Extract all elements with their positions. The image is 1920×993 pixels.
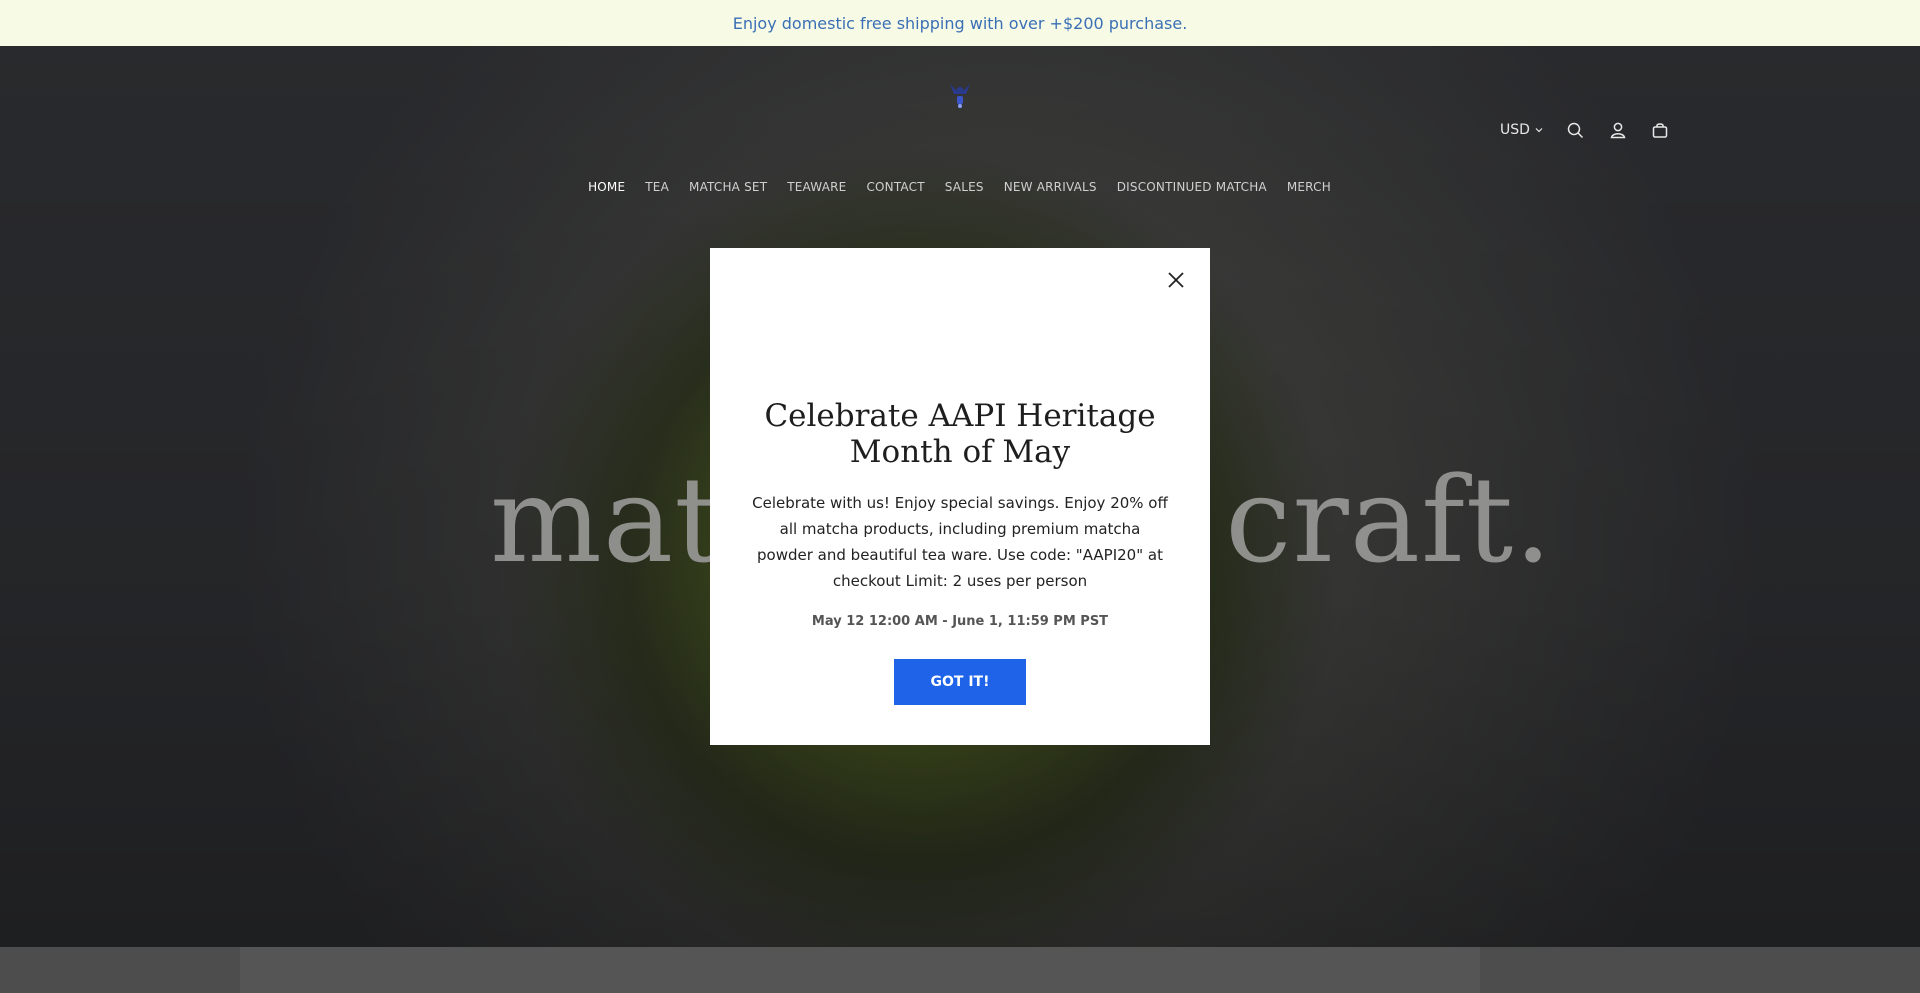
modal-dates: May 12 12:00 AM - June 1, 11:59 PM PST [811, 614, 1109, 629]
modal-body: Celebrate with us! Enjoy special savings… [752, 494, 1168, 590]
nav-item-merch[interactable]: MERCH [1287, 180, 1331, 194]
announcement-text: Enjoy domestic free shipping with over +… [732, 13, 1188, 33]
next-section [0, 947, 1920, 993]
main-nav: HOME TEA MATCHA SET TEAWARE CONTACT SALE… [0, 180, 1920, 194]
next-section-inner [240, 947, 1480, 993]
search-icon[interactable] [1566, 120, 1586, 140]
nav-item-home[interactable]: HOME [588, 180, 625, 194]
got-it-button[interactable]: GOT IT! [894, 659, 1026, 705]
account-icon[interactable] [1608, 120, 1628, 140]
nav-item-sales[interactable]: SALES [945, 180, 984, 194]
chevron-down-icon [1535, 128, 1543, 133]
nav-item-new-arrivals[interactable]: NEW ARRIVALS [1004, 180, 1097, 194]
currency-label: USD [1500, 122, 1530, 138]
nav-item-teaware[interactable]: TEAWARE [787, 180, 846, 194]
currency-selector[interactable]: USD [1500, 122, 1544, 138]
nav-item-matcha-set[interactable]: MATCHA SET [689, 180, 767, 194]
nav-item-tea[interactable]: TEA [645, 180, 669, 194]
site-header: USD HOME TEA MATCHA SET TEAWARE CONTACT … [0, 46, 1920, 194]
promo-modal: Celebrate AAPI Heritage Month of May Cel… [710, 248, 1210, 745]
logo-icon[interactable] [944, 80, 976, 110]
close-icon[interactable] [1164, 268, 1188, 292]
cart-icon[interactable] [1650, 120, 1670, 140]
nav-item-discontinued-matcha[interactable]: DISCONTINUED MATCHA [1117, 180, 1267, 194]
header-actions: USD [1500, 120, 1670, 140]
modal-title: Celebrate AAPI Heritage Month of May [764, 398, 1156, 470]
announcement-bar: Enjoy domestic free shipping with over +… [0, 0, 1920, 46]
nav-item-contact[interactable]: CONTACT [866, 180, 924, 194]
